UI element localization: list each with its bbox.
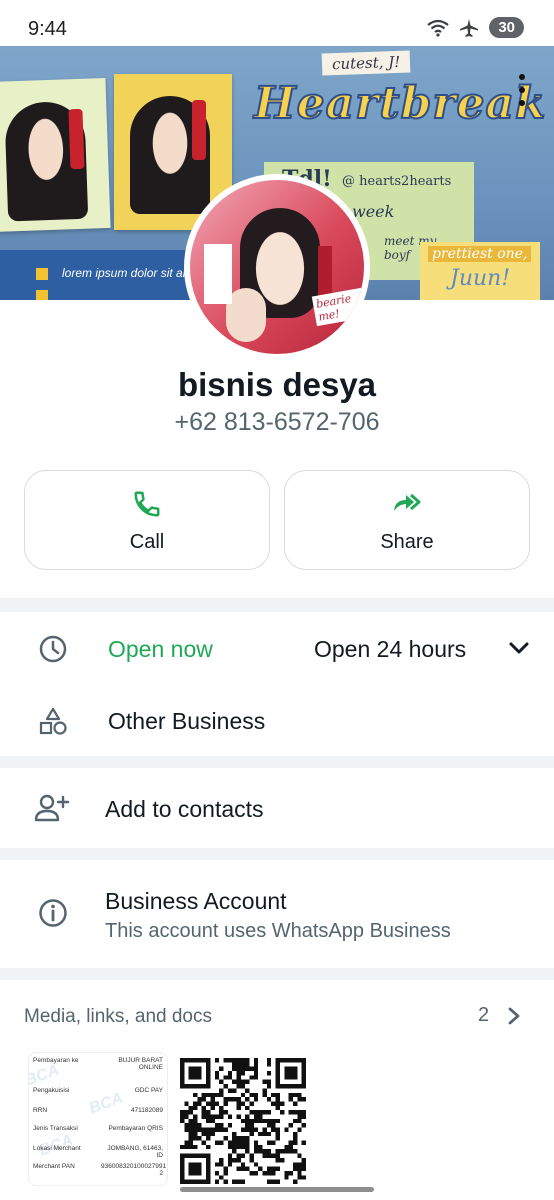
receipt-row: Pembayaran ke BUJUR BARAT ONLINE — [33, 1057, 163, 1071]
receipt-label: Pembayaran ke — [33, 1057, 79, 1064]
receipt-value: 936008320100027991 2 — [101, 1163, 167, 1177]
business-account-subtitle: This account uses WhatsApp Business — [105, 920, 451, 942]
status-time: 9:44 — [28, 18, 67, 40]
banner-title: Heartbreak — [253, 77, 547, 130]
profile-photo[interactable]: bearie me! — [184, 174, 370, 360]
status-icons: 30 — [427, 17, 524, 38]
banner-square — [36, 290, 48, 300]
business-account-title: Business Account — [105, 888, 287, 914]
gesture-home-bar[interactable] — [180, 1187, 374, 1192]
contact-phone: +62 813-6572-706 — [174, 408, 380, 436]
status-bar: 9:44 30 — [0, 0, 554, 46]
media-section-title[interactable]: Media, links, and docs — [24, 1006, 212, 1028]
media-thumbnail-receipt[interactable]: BCA BCA BCA Pembayaran ke BUJUR BARAT ONL… — [28, 1052, 168, 1186]
business-hours[interactable]: Open 24 hours — [314, 636, 466, 663]
receipt-value: BUJUR BARAT ONLINE — [118, 1057, 163, 1071]
avatar-hand — [226, 288, 266, 342]
more-vert-icon — [519, 74, 525, 80]
phone-icon — [134, 491, 160, 517]
receipt-value: GDC PAY — [134, 1087, 163, 1094]
banner-prettiest: prettiest one, — [428, 246, 532, 262]
open-status: Open now — [108, 636, 213, 662]
business-account-row[interactable]: Business Account This account uses Whats… — [0, 860, 554, 968]
cover-photo-1 — [0, 77, 111, 233]
receipt-row: Lokasi Merchant JOMBANG, 61463, ID — [33, 1145, 163, 1159]
receipt-label: Merchant PAN — [33, 1163, 75, 1170]
wifi-icon — [427, 19, 449, 37]
receipt-label: Jenis Transaksi — [33, 1125, 78, 1132]
banner-handle: @ hearts2hearts — [342, 174, 452, 189]
receipt-row: RRN 471182089 — [33, 1107, 163, 1114]
call-label: Call — [129, 531, 165, 553]
more-options-button[interactable] — [512, 74, 532, 106]
receipt-label: Pengakuisisi — [33, 1087, 70, 1094]
share-label: Share — [380, 531, 434, 553]
avatar-mini-photo — [204, 244, 232, 304]
contact-name: bisnis desya — [177, 366, 377, 403]
chevron-down-icon[interactable] — [508, 640, 530, 656]
ribbon-decoration — [68, 108, 85, 170]
receipt-value: Pembayaran QRIS — [108, 1125, 163, 1132]
qr-code-image — [180, 1058, 306, 1184]
add-to-contacts-row[interactable]: Add to contacts — [0, 768, 554, 848]
receipt-value: JOMBANG, 61463, ID — [107, 1145, 163, 1159]
share-forward-icon — [394, 493, 421, 511]
more-vert-dot — [519, 100, 525, 106]
more-vert-dot — [519, 87, 525, 93]
banner-lorem: lorem ipsum dolor sit amet — [62, 266, 203, 280]
call-button[interactable]: Call — [24, 470, 270, 570]
receipt-row: Pengakuisisi GDC PAY — [33, 1087, 163, 1094]
receipt-row: Merchant PAN 936008320100027991 2 — [33, 1163, 167, 1177]
receipt-row: Jenis Transaksi Pembayaran QRIS — [33, 1125, 163, 1132]
banner-juun: Juun! — [450, 266, 511, 291]
media-thumbnail-qr[interactable] — [176, 1052, 316, 1186]
business-info-card: Open now Open 24 hours Other Business — [0, 612, 554, 756]
share-button[interactable]: Share — [284, 470, 530, 570]
banner-yellow-note: prettiest one, Juun! — [420, 242, 540, 300]
shapes-icon — [39, 707, 67, 735]
business-category: Other Business — [108, 708, 266, 734]
contact-info-screen: 9:44 30 cutest, J! Heartbreak Tdl! @ hea… — [0, 0, 554, 1200]
banner-week: week — [352, 202, 395, 221]
avatar: bearie me! — [190, 180, 364, 354]
add-to-contacts-label: Add to contacts — [105, 796, 264, 822]
chevron-right-icon[interactable] — [506, 1006, 522, 1026]
receipt-label: Lokasi Merchant — [33, 1145, 81, 1152]
receipt-value: 471182089 — [130, 1107, 163, 1114]
media-links-docs-section: Media, links, and docs 2 BCA BCA BCA Pem… — [0, 980, 554, 1200]
airplane-icon — [460, 18, 479, 37]
clock-icon — [39, 635, 67, 663]
media-count[interactable]: 2 — [478, 1004, 489, 1027]
add-person-icon — [34, 794, 70, 822]
battery-indicator: 30 — [489, 17, 524, 38]
banner-sticker-cutest: cutest, J! — [321, 50, 411, 76]
receipt-label: RRN — [33, 1107, 48, 1114]
banner-square — [36, 268, 48, 280]
ribbon-decoration — [192, 100, 206, 160]
info-icon — [39, 899, 67, 927]
